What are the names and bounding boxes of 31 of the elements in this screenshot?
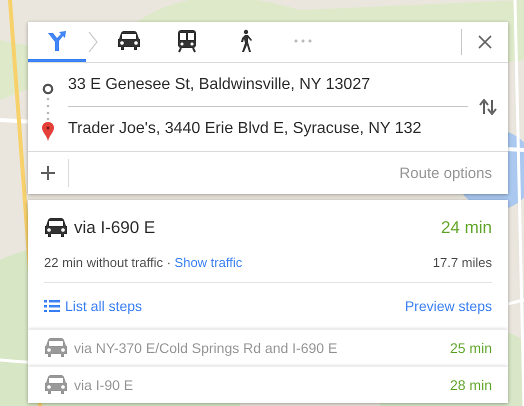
- car-icon: [44, 217, 68, 239]
- origin-field[interactable]: 33 E Genesee St, Baldwinsville, NY 13027: [68, 63, 468, 107]
- origin-circle-icon: [42, 83, 54, 95]
- list-icon: [44, 300, 60, 312]
- travel-time: 28 min: [450, 377, 492, 393]
- car-icon: [44, 374, 68, 396]
- preview-steps-link[interactable]: Preview steps: [404, 298, 492, 314]
- chevron-right-icon: [86, 30, 100, 54]
- plus-icon: [41, 166, 55, 180]
- route-options-button[interactable]: Route options: [399, 164, 508, 182]
- directions-icon[interactable]: [45, 28, 69, 52]
- travel-time: 24 min: [440, 218, 492, 238]
- destination-field[interactable]: Trader Joe's, 3440 Erie Blvd E, Syracuse, NY 132: [68, 107, 468, 150]
- route-name: via I-690 E: [74, 218, 156, 238]
- train-icon[interactable]: [177, 28, 197, 52]
- swap-icon[interactable]: [479, 99, 497, 115]
- list-steps-link[interactable]: List all steps: [44, 298, 405, 314]
- close-icon: [477, 34, 493, 50]
- distance: 17.7 miles: [432, 254, 492, 270]
- route-card[interactable]: via I-690 E 24 min 22 min without traffic · Show traffic 17.7 miles List all steps Preview steps: [28, 200, 508, 329]
- route-name: via I-90 E: [74, 377, 134, 393]
- show-traffic-link[interactable]: Show traffic: [174, 254, 242, 270]
- map-pin-icon: [41, 121, 55, 143]
- car-icon: [44, 337, 68, 359]
- dotted-line-icon: [46, 95, 50, 121]
- route-detail: 22 min without traffic · Show traffic: [44, 254, 244, 270]
- travel-time: 25 min: [450, 340, 492, 356]
- alternate-route[interactable]: via I-90 E 28 min: [28, 366, 508, 403]
- alternate-route[interactable]: via NY-370 E/Cold Springs Rd and I-690 E 25 min: [28, 329, 508, 366]
- car-icon[interactable]: [117, 30, 141, 52]
- route-name: via NY-370 E/Cold Springs Rd and I-690 E: [74, 340, 338, 356]
